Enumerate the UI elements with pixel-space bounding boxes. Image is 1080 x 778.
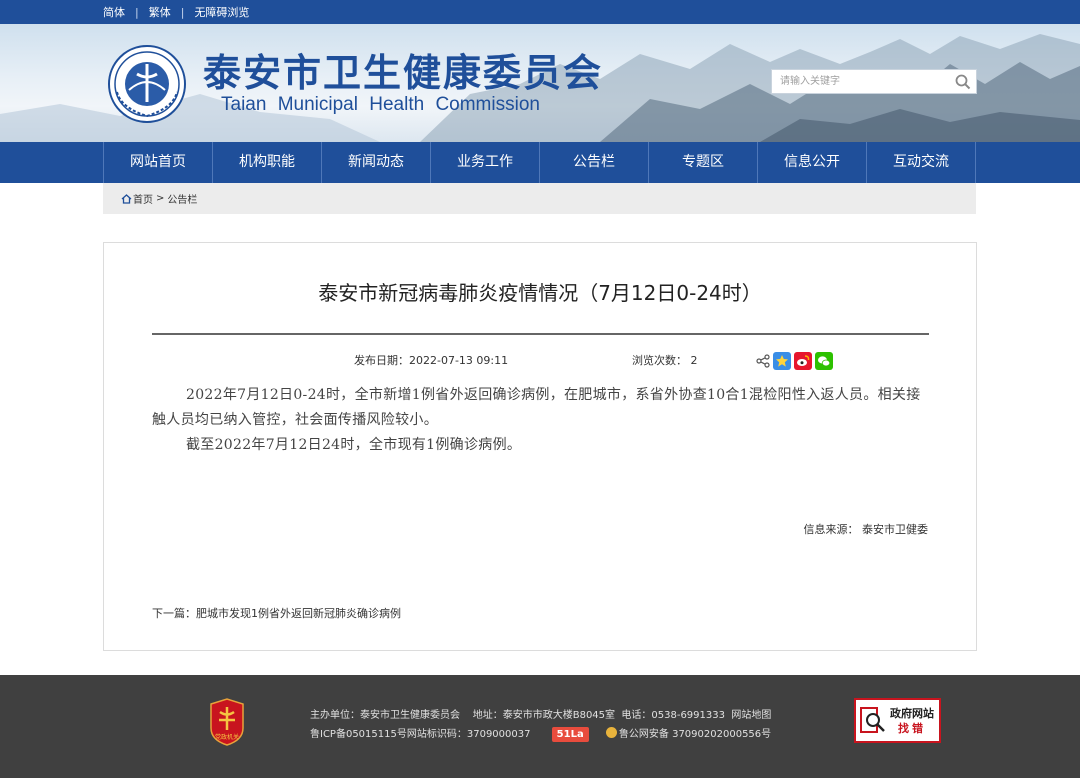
police-badge-icon bbox=[605, 727, 617, 738]
nav-item-business[interactable]: 业务工作 bbox=[431, 142, 540, 183]
article-body: 2022年7月12日0-24时，全市新增1例省外返回确诊病例，在肥城市，系省外协… bbox=[152, 383, 930, 458]
article-panel: 泰安市新冠病毒肺炎疫情情况（7月12日0-24时） 发布日期：2022-07-1… bbox=[103, 242, 977, 651]
magnifier-icon bbox=[860, 706, 885, 733]
info-source-label: 信息来源： bbox=[803, 523, 859, 536]
nav-item-news[interactable]: 新闻动态 bbox=[322, 142, 431, 183]
footer-address: 地址：泰安市市政大楼B8045室 bbox=[472, 710, 616, 721]
view-count-label: 浏览次数： bbox=[632, 354, 687, 367]
topbar-divider: | bbox=[180, 5, 185, 19]
qzone-share-icon[interactable] bbox=[773, 352, 791, 370]
share-bar bbox=[756, 352, 833, 370]
nav-item-bulletin[interactable]: 公告栏 bbox=[540, 142, 649, 183]
site-title-english: Taian Municipal Health Commission bbox=[221, 94, 540, 115]
gov-site-error-report-button[interactable]: 政府网站 找错 bbox=[854, 698, 941, 743]
header-banner: 泰安市卫生健康委员会 Taian Municipal Health Commis… bbox=[0, 24, 1080, 142]
article-paragraph: 2022年7月12日0-24时，全市新增1例省外返回确诊病例，在肥城市，系省外协… bbox=[152, 387, 921, 428]
party-government-emblem-icon[interactable]: 党政机关 bbox=[207, 698, 247, 746]
title-divider bbox=[152, 333, 929, 335]
article-paragraph: 截至2022年7月12日24时，全市现有1例确诊病例。 bbox=[186, 437, 522, 453]
accessibility-link[interactable]: 无障碍浏览 bbox=[194, 4, 249, 20]
next-article-label: 下一篇： bbox=[152, 607, 196, 620]
breadcrumb-home[interactable]: 首页 bbox=[133, 191, 153, 206]
traditional-chinese-link[interactable]: 繁体 bbox=[149, 4, 171, 20]
nav-item-topics[interactable]: 专题区 bbox=[649, 142, 758, 183]
search-box bbox=[771, 69, 977, 94]
footer-info: 主办单位：泰安市卫生健康委员会 地址：泰安市市政大楼B8045室 电话：0538… bbox=[310, 708, 771, 743]
nav-item-home[interactable]: 网站首页 bbox=[104, 142, 213, 183]
site-title-chinese: 泰安市卫生健康委员会 bbox=[203, 50, 604, 95]
info-source-value: 泰安市卫健委 bbox=[862, 523, 928, 536]
gov-site-bottom: 找错 bbox=[898, 721, 926, 735]
publish-date-label: 发布日期： bbox=[354, 354, 409, 367]
search-input[interactable] bbox=[772, 70, 950, 93]
emblem-caption: 党政机关 bbox=[215, 733, 239, 741]
breadcrumb: 首页 > 公告栏 bbox=[103, 183, 976, 214]
search-icon bbox=[955, 74, 971, 89]
info-source: 信息来源： 泰安市卫健委 bbox=[804, 521, 929, 537]
view-count: 浏览次数： 2 bbox=[632, 352, 698, 368]
share-icon[interactable] bbox=[756, 354, 770, 368]
gov-site-label: 政府网站 找错 bbox=[890, 706, 934, 736]
article-title: 泰安市新冠病毒肺炎疫情情况（7月12日0-24时） bbox=[318, 281, 762, 305]
publish-date-value: 2022-07-13 09:11 bbox=[409, 354, 509, 367]
publish-date: 发布日期：2022-07-13 09:11 bbox=[354, 352, 508, 368]
footer-phone: 电话：0538-6991333 bbox=[621, 710, 725, 721]
footer-sponsor: 主办单位：泰安市卫生健康委员会 bbox=[310, 710, 460, 721]
commission-logo-icon bbox=[108, 45, 186, 123]
nav-item-functions[interactable]: 机构职能 bbox=[213, 142, 322, 183]
main-nav: 网站首页 机构职能 新闻动态 业务工作 公告栏 专题区 信息公开 互动交流 bbox=[0, 142, 1080, 183]
sitemap-link[interactable]: 网站地图 bbox=[731, 710, 771, 721]
next-article-link[interactable]: 肥城市发现1例省外返回新冠肺炎确诊病例 bbox=[196, 607, 401, 620]
search-button[interactable] bbox=[950, 70, 976, 93]
police-record-link[interactable]: 鲁公网安备 37090202000556号 bbox=[619, 729, 771, 740]
footer-line-2: 鲁ICP备05015115号网站标识码：3709000037 51La 鲁公网安… bbox=[310, 727, 771, 743]
breadcrumb-current[interactable]: 公告栏 bbox=[167, 191, 197, 206]
icp-link[interactable]: 鲁ICP备05015115号网站标识码：3709000037 bbox=[310, 729, 530, 740]
gov-site-top: 政府网站 bbox=[890, 706, 934, 720]
nav-item-info-disclosure[interactable]: 信息公开 bbox=[758, 142, 867, 183]
nav-item-interaction[interactable]: 互动交流 bbox=[867, 142, 976, 183]
stats-badge[interactable]: 51La bbox=[551, 727, 589, 742]
next-article: 下一篇：肥城市发现1例省外返回新冠肺炎确诊病例 bbox=[152, 605, 401, 621]
simplified-chinese-link[interactable]: 简体 bbox=[103, 4, 125, 20]
footer-line-1: 主办单位：泰安市卫生健康委员会 地址：泰安市市政大楼B8045室 电话：0538… bbox=[310, 708, 771, 724]
breadcrumb-separator: > bbox=[156, 193, 165, 204]
wechat-share-icon[interactable] bbox=[815, 352, 833, 370]
home-icon bbox=[121, 193, 132, 204]
view-count-value: 2 bbox=[690, 354, 698, 367]
top-bar: 简体 | 繁体 | 无障碍浏览 bbox=[0, 0, 1080, 24]
weibo-share-icon[interactable] bbox=[794, 352, 812, 370]
footer: 党政机关 主办单位：泰安市卫生健康委员会 地址：泰安市市政大楼B8045室 电话… bbox=[0, 675, 1080, 778]
topbar-divider: | bbox=[135, 5, 139, 19]
